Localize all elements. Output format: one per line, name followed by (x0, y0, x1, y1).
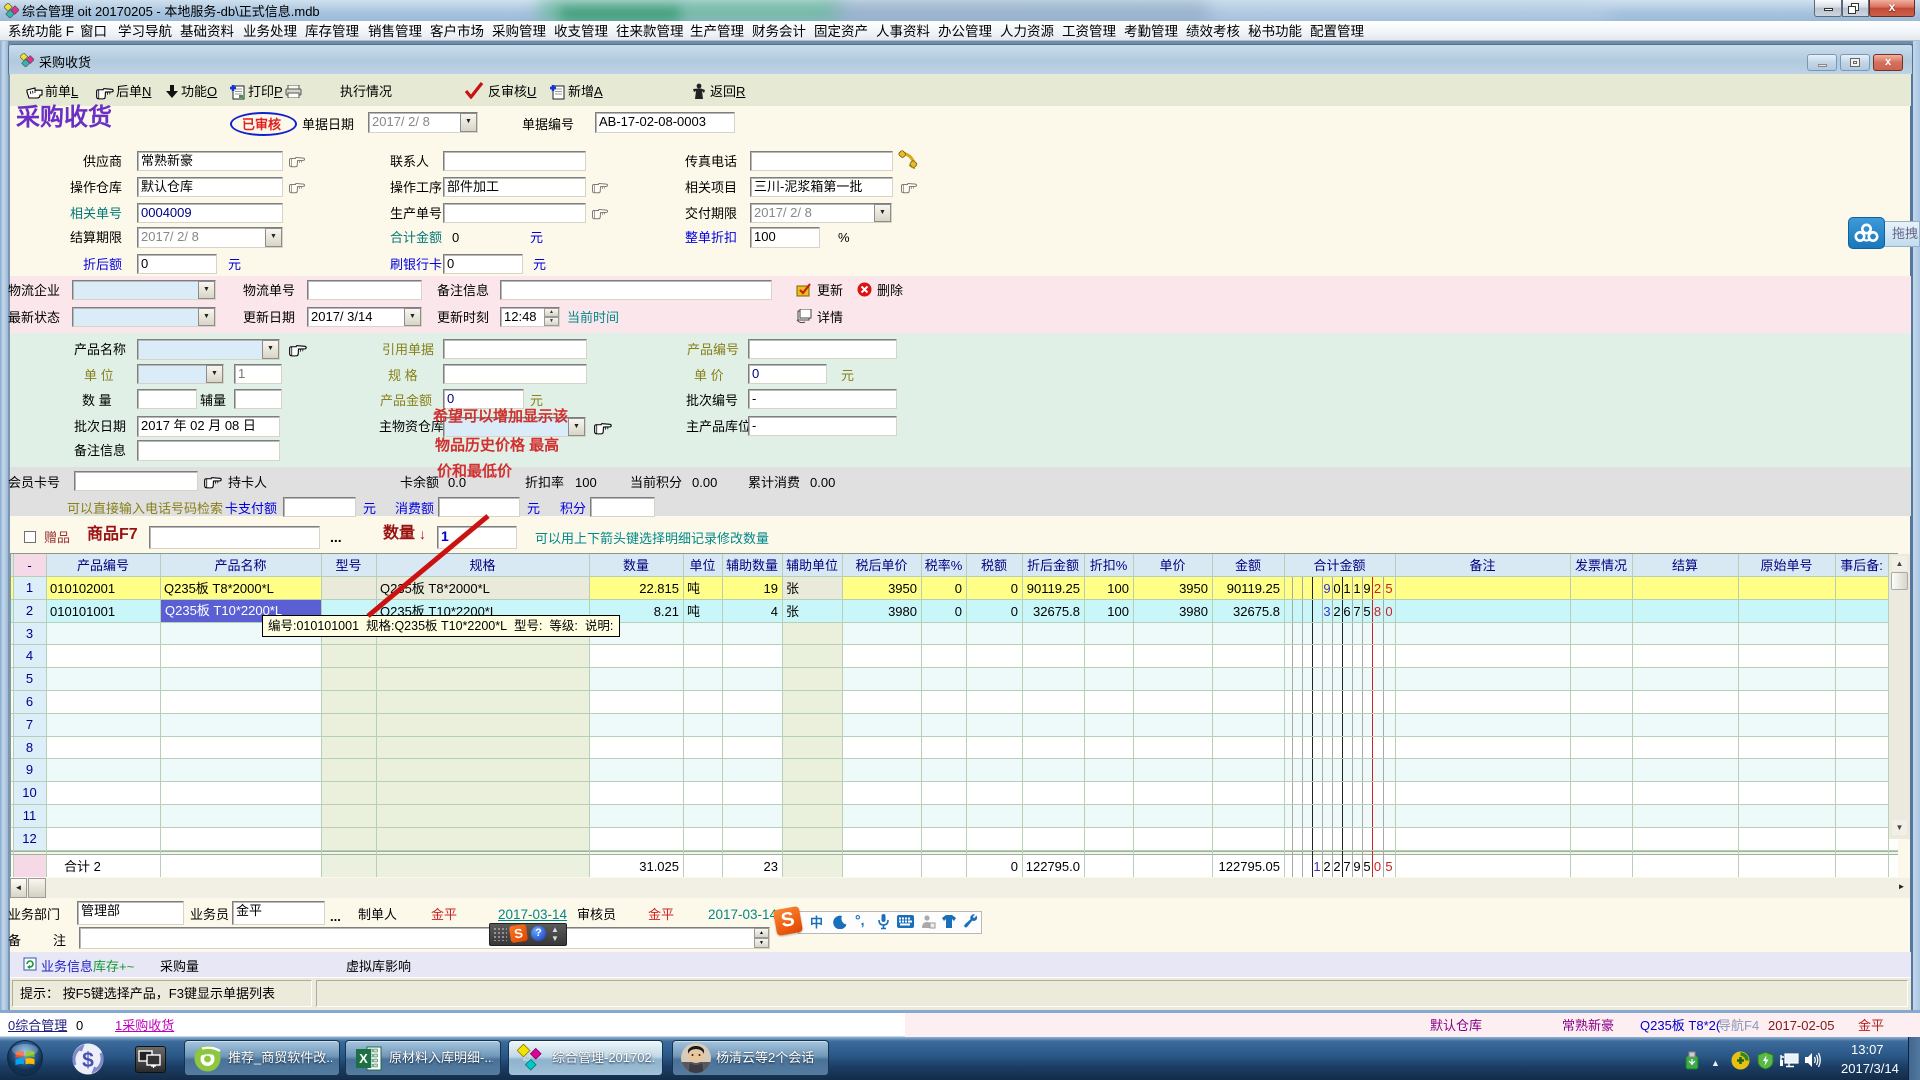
svg-text:$: $ (82, 1049, 94, 1072)
svg-text:X: X (359, 1051, 368, 1066)
